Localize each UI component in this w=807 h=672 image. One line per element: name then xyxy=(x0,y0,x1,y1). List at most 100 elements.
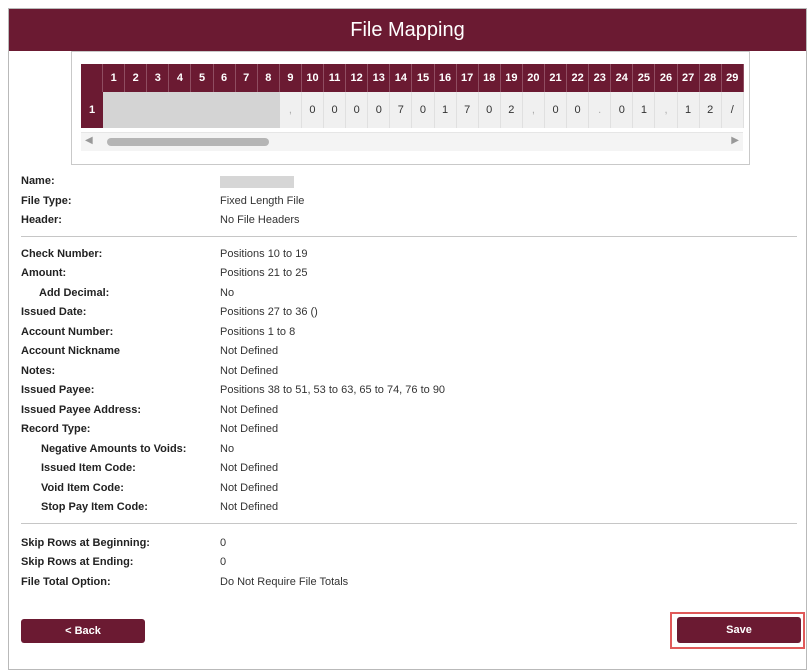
add-decimal-value: No xyxy=(220,286,235,299)
account-number-label: Account Number: xyxy=(21,325,114,338)
separator-row xyxy=(21,231,801,245)
add-decimal-label: Add Decimal: xyxy=(39,286,110,299)
grid-column-header: 24 xyxy=(611,64,634,92)
grid-column-header: 4 xyxy=(169,64,192,92)
grid-cell xyxy=(147,92,170,128)
record-type-value: Not Defined xyxy=(220,423,279,435)
save-button[interactable]: Save xyxy=(677,617,801,643)
void-item-code-value: Not Defined xyxy=(220,481,279,494)
skip-rows-ending-value: 0 xyxy=(220,556,227,568)
file-type-value: Fixed Length File xyxy=(220,194,305,207)
grid-cell: 2 xyxy=(500,92,523,128)
scroll-left-icon[interactable]: ◀ xyxy=(85,135,93,146)
grid-cell: 0 xyxy=(611,92,634,128)
grid-cell: 0 xyxy=(324,92,347,128)
grid-cell: 0 xyxy=(412,92,435,128)
account-nickname-label: Account Nickname xyxy=(21,345,121,357)
issued-date-label: Issued Date: xyxy=(21,306,87,318)
grid-cell: . xyxy=(589,92,612,128)
grid-cell: / xyxy=(721,92,744,128)
grid-column-header: 25 xyxy=(633,64,656,92)
grid-column-header: 20 xyxy=(522,64,545,92)
scrollbar-thumb[interactable] xyxy=(107,138,269,146)
divider xyxy=(21,522,797,524)
grid-cell xyxy=(125,92,148,128)
grid-column-header: 19 xyxy=(500,64,523,92)
issued-item-code-value: Not Defined xyxy=(220,462,279,474)
separator-row xyxy=(21,518,801,534)
detail-row-skip-rows-ending: Skip Rows at Ending: 0 xyxy=(21,553,801,573)
grid-cell: 0 xyxy=(346,92,369,128)
grid-header-row: 1 2 3 4 5 6 7 8 9 10 11 12 13 14 15 16 17 18 19 20 21 22 23 24 2… xyxy=(81,64,744,92)
detail-row-notes: Notes: Not Defined xyxy=(21,362,801,382)
skip-rows-beginning-value: 0 xyxy=(220,536,227,549)
grid-column-header: 27 xyxy=(677,64,700,92)
grid-table: 1 2 3 4 5 6 7 8 9 10 11 12 13 14 15 16 17 18 19 20 21 22 23 24 2… xyxy=(81,64,744,128)
header-value: No File Headers xyxy=(220,214,300,226)
grid-column-header: 12 xyxy=(346,64,369,92)
issued-payee-address-label: Issued Payee Address: xyxy=(21,403,142,416)
detail-row-issued-item-code: Issued Item Code: Not Defined xyxy=(21,459,801,479)
check-number-value: Positions 10 to 19 xyxy=(220,247,308,260)
back-button[interactable]: < Back xyxy=(21,619,145,643)
void-item-code-label: Void Item Code: xyxy=(41,481,124,494)
grid-column-header: 18 xyxy=(478,64,501,92)
detail-row-stop-pay-item-code: Stop Pay Item Code: Not Defined xyxy=(21,498,801,518)
grid-column-header: 6 xyxy=(213,64,236,92)
grid-column-header: 8 xyxy=(257,64,280,92)
detail-row-skip-rows-beginning: Skip Rows at Beginning: 0 xyxy=(21,534,801,554)
divider xyxy=(21,235,797,237)
detail-row-file-total-option: File Total Option: Do Not Require File T… xyxy=(21,573,801,593)
detail-row-void-item-code: Void Item Code: Not Defined xyxy=(21,479,801,499)
detail-row-check-number: Check Number: Positions 10 to 19 xyxy=(21,245,801,265)
name-label: Name: xyxy=(21,175,55,187)
grid-cell: 7 xyxy=(390,92,413,128)
grid-cell: 1 xyxy=(633,92,656,128)
mapping-details: Name: File Type: Fixed Length File Heade… xyxy=(21,172,801,592)
detail-row-add-decimal: Add Decimal: No xyxy=(21,284,801,304)
negative-amounts-value: No xyxy=(220,442,235,455)
detail-row-file-type: File Type: Fixed Length File xyxy=(21,192,801,212)
stop-pay-item-code-label: Stop Pay Item Code: xyxy=(41,501,148,513)
grid-cell xyxy=(257,92,280,128)
grid-column-header: 13 xyxy=(368,64,391,92)
amount-value: Positions 21 to 25 xyxy=(220,267,308,279)
detail-row-issued-date: Issued Date: Positions 27 to 36 () xyxy=(21,303,801,323)
detail-row-amount: Amount: Positions 21 to 25 xyxy=(21,264,801,284)
grid-cell xyxy=(103,92,126,128)
notes-label: Notes: xyxy=(21,364,56,377)
account-nickname-value: Not Defined xyxy=(220,345,279,357)
grid-cell xyxy=(169,92,192,128)
issued-payee-label: Issued Payee: xyxy=(21,384,95,396)
check-number-label: Check Number: xyxy=(21,247,103,260)
issued-payee-address-value: Not Defined xyxy=(220,403,279,416)
stop-pay-item-code-value: Not Defined xyxy=(220,501,279,513)
grid-cell: 0 xyxy=(368,92,391,128)
skip-rows-beginning-label: Skip Rows at Beginning: xyxy=(21,536,150,549)
issued-date-value: Positions 27 to 36 () xyxy=(220,306,318,318)
grid-column-header: 21 xyxy=(544,64,568,92)
grid-column-header: 7 xyxy=(235,64,258,92)
skip-rows-ending-label: Skip Rows at Ending: xyxy=(21,556,134,568)
grid-cell: 1 xyxy=(677,92,700,128)
scroll-right-icon[interactable]: ▶ xyxy=(731,135,739,146)
detail-row-negative-amounts: Negative Amounts to Voids: No xyxy=(21,440,801,460)
detail-row-name: Name: xyxy=(21,172,801,192)
grid-column-header: 9 xyxy=(279,64,302,92)
grid-cell: 0 xyxy=(478,92,501,128)
grid-column-header: 5 xyxy=(191,64,214,92)
file-total-option-label: File Total Option: xyxy=(21,575,111,588)
file-total-option-value: Do Not Require File Totals xyxy=(220,575,349,588)
detail-row-issued-payee: Issued Payee: Positions 38 to 51, 53 to … xyxy=(21,381,801,401)
file-type-label: File Type: xyxy=(21,194,72,207)
grid-cell xyxy=(213,92,236,128)
header-label: Header: xyxy=(21,214,62,226)
horizontal-scrollbar[interactable]: ◀ ▶ xyxy=(81,132,743,151)
file-preview-grid: 1 2 3 4 5 6 7 8 9 10 11 12 13 14 15 16 17 18 19 20 21 22 23 24 2… xyxy=(71,51,750,165)
notes-value: Not Defined xyxy=(220,364,279,377)
grid-cell xyxy=(191,92,214,128)
record-type-label: Record Type: xyxy=(21,423,91,435)
grid-column-header: 29 xyxy=(721,64,744,92)
grid-column-header: 14 xyxy=(390,64,413,92)
grid-corner-cell xyxy=(81,64,104,92)
